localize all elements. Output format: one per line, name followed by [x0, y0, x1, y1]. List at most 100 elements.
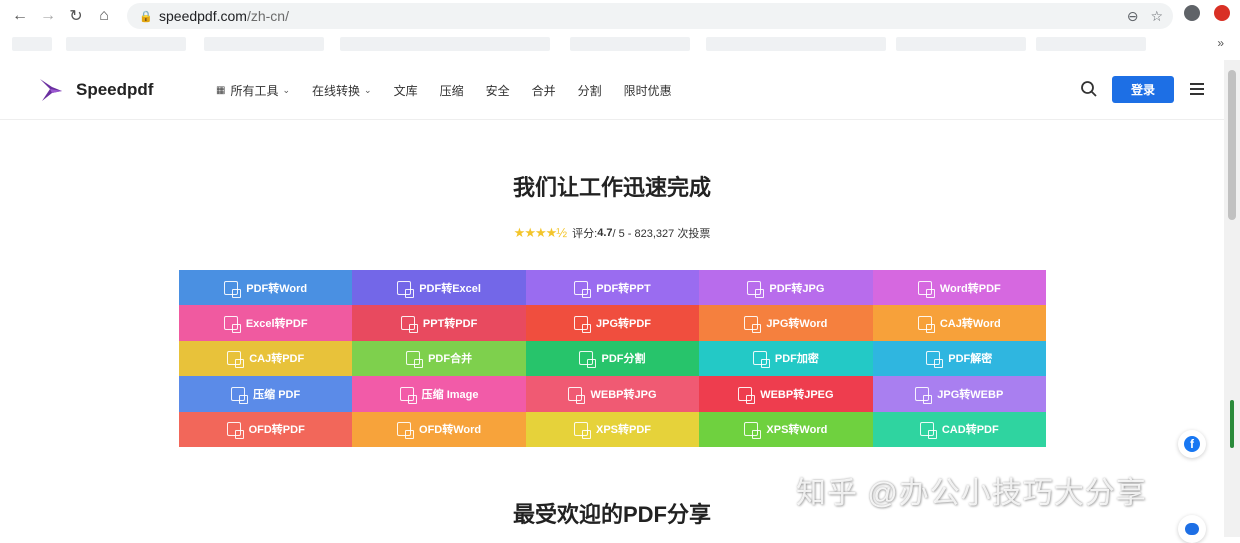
nav-split[interactable]: 分割	[578, 82, 602, 99]
scrollbar-thumb[interactable]	[1228, 70, 1236, 220]
bookmark-item[interactable]	[66, 37, 186, 51]
nav-online-convert[interactable]: 在线转换 ⌄	[312, 82, 372, 99]
file-convert-icon	[227, 351, 245, 369]
chat-button[interactable]	[1178, 515, 1206, 543]
tool-tile[interactable]: PDF加密	[699, 340, 873, 377]
home-icon[interactable]: ⌂	[90, 2, 118, 30]
file-convert-icon	[744, 422, 762, 440]
bookmark-item[interactable]	[570, 37, 690, 51]
tool-tile[interactable]: PDF解密	[872, 340, 1046, 377]
tool-tile[interactable]: WEBP转JPG	[525, 376, 700, 412]
chat-icon	[1185, 523, 1199, 535]
bookmark-star-icon[interactable]: ☆	[1150, 8, 1163, 25]
nav-label: 在线转换	[312, 84, 361, 98]
url-host: speedpdf.com	[159, 8, 247, 24]
tool-label: 压缩 Image	[421, 388, 479, 401]
file-convert-icon	[917, 316, 935, 334]
tool-tile[interactable]: PDF合并	[352, 340, 526, 377]
file-convert-icon	[747, 280, 765, 298]
tool-label: XPS转PDF	[595, 424, 651, 437]
tool-tile[interactable]: PDF转PPT	[525, 270, 700, 306]
logo-text: Speedpdf	[76, 80, 154, 99]
tool-label: CAJ转PDF	[249, 353, 305, 366]
tool-tile[interactable]: XPS转PDF	[525, 411, 700, 447]
bookmark-item[interactable]	[340, 37, 550, 51]
tool-tile[interactable]: PDF转JPG	[699, 270, 873, 306]
nav-merge[interactable]: 合并	[532, 82, 556, 99]
tool-label: PDF合并	[428, 353, 473, 366]
tool-tile[interactable]: JPG转Word	[699, 305, 873, 341]
tool-tile[interactable]: Excel转PDF	[179, 305, 353, 341]
bookmark-item[interactable]	[204, 37, 324, 51]
rating-stars-icon: ★★★★½	[513, 225, 567, 240]
reload-icon[interactable]: ↻	[62, 2, 90, 30]
tool-tile[interactable]: PDF转Excel	[352, 270, 526, 306]
tool-label: PDF转Excel	[419, 282, 481, 295]
chevron-down-icon: ⌄	[282, 85, 291, 95]
tool-tile[interactable]: PPT转PDF	[352, 305, 526, 341]
bookmark-item[interactable]	[1036, 37, 1146, 51]
nav-label: 安全	[485, 84, 510, 98]
main-nav: ▦ 所有工具 ⌄ 在线转换 ⌄ 文库 压缩 安全 合并 分割 限时优惠	[216, 82, 672, 99]
tool-grid: PDF转Word PDF转Excel PDF转PPT PDF转JPG Word转PDF E…	[179, 270, 1046, 447]
tool-tile[interactable]: JPG转WEBP	[872, 376, 1046, 412]
nav-label: 压缩	[439, 84, 464, 98]
browser-chrome: ← → ↻ ⌂ 🔒 speedpdf.com/zh-cn/ ⊖ ☆ »	[0, 0, 1240, 60]
tool-label: PDF分割	[601, 353, 646, 366]
url-path: /zh-cn/	[246, 8, 289, 24]
profile-icon[interactable]	[1184, 5, 1200, 21]
tool-tile[interactable]: XPS转Word	[699, 411, 873, 447]
bookmark-item[interactable]	[12, 37, 52, 51]
tool-tile[interactable]: PDF分割	[525, 340, 700, 377]
tool-tile[interactable]: OFD转Word	[352, 411, 526, 447]
address-bar[interactable]: 🔒 speedpdf.com/zh-cn/ ⊖ ☆	[127, 3, 1173, 29]
logo[interactable]: Speedpdf	[36, 75, 153, 105]
login-button[interactable]: 登录	[1112, 76, 1174, 103]
tool-label: 压缩 PDF	[253, 388, 301, 401]
search-icon[interactable]	[1080, 80, 1098, 98]
tool-tile[interactable]: PDF转Word	[179, 270, 353, 306]
nav-security[interactable]: 安全	[486, 82, 510, 99]
file-convert-icon	[568, 386, 586, 404]
nav-label: 所有工具	[230, 84, 279, 98]
tool-tile[interactable]: WEBP转JPEG	[699, 376, 873, 412]
nav-library[interactable]: 文库	[394, 82, 418, 99]
bookmark-item[interactable]	[896, 37, 1026, 51]
tool-label: PDF转PPT	[596, 282, 651, 295]
tool-tile[interactable]: 压缩 PDF	[179, 376, 353, 412]
file-convert-icon	[397, 280, 415, 298]
nav-all-tools[interactable]: ▦ 所有工具 ⌄	[216, 82, 290, 99]
tool-label: JPG转Word	[766, 318, 828, 331]
site-header: Speedpdf ▦ 所有工具 ⌄ 在线转换 ⌄ 文库 压缩 安全 合并 分割 …	[0, 60, 1224, 120]
tool-tile[interactable]: 压缩 Image	[352, 376, 526, 412]
tool-tile[interactable]: CAJ转PDF	[179, 340, 353, 377]
file-convert-icon	[919, 422, 937, 440]
nav-label: 分割	[577, 84, 602, 98]
nav-compress[interactable]: 压缩	[440, 82, 464, 99]
tool-tile[interactable]: JPG转PDF	[525, 305, 700, 341]
tool-tile[interactable]: CAD转PDF	[872, 411, 1046, 447]
tool-label: PPT转PDF	[422, 318, 478, 331]
forward-icon[interactable]: →	[34, 2, 62, 30]
file-convert-icon	[231, 386, 249, 404]
bookmarks-more[interactable]: »	[1217, 36, 1224, 50]
watermark: 知乎 @办公小技巧大分享	[796, 477, 1147, 510]
extension-icon[interactable]	[1214, 5, 1230, 21]
scrollbar[interactable]	[1224, 60, 1240, 537]
tool-tile[interactable]: OFD转PDF	[179, 411, 353, 447]
bookmark-item[interactable]	[706, 37, 886, 51]
logo-icon	[40, 79, 62, 101]
file-convert-icon	[223, 316, 241, 334]
back-icon[interactable]: ←	[6, 2, 34, 30]
tool-label: CAJ转Word	[939, 318, 1001, 331]
facebook-share-button[interactable]: f	[1178, 430, 1206, 458]
tool-label: CAD转PDF	[941, 424, 999, 437]
tool-tile[interactable]: CAJ转Word	[872, 305, 1046, 341]
zoom-icon[interactable]: ⊖	[1127, 8, 1139, 25]
rating-value: 4.7	[597, 227, 613, 239]
tool-label: OFD转PDF	[248, 424, 305, 437]
file-convert-icon	[224, 280, 242, 298]
menu-icon[interactable]	[1190, 83, 1204, 95]
nav-promo[interactable]: 限时优惠	[624, 82, 672, 99]
tool-tile[interactable]: Word转PDF	[872, 270, 1046, 306]
